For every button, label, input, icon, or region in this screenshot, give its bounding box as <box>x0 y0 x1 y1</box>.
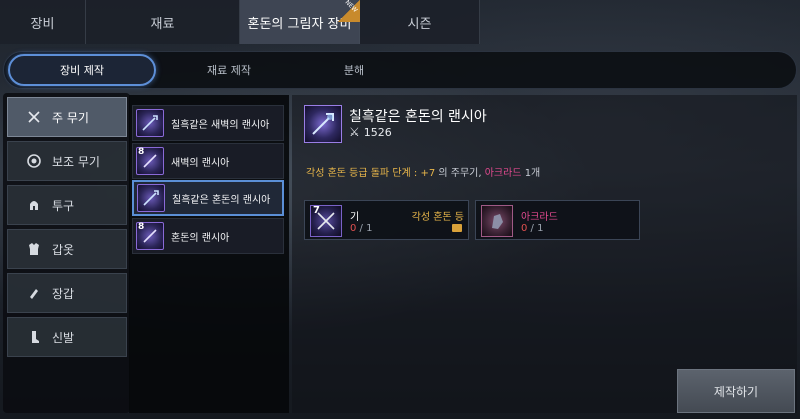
category-sub-weapon[interactable]: 보조 무기 <box>7 141 127 181</box>
requirement-material: 아크라드 <box>484 168 522 179</box>
lance-icon <box>136 109 164 137</box>
category-label: 신발 <box>52 330 75 345</box>
lance-icon: 8 <box>136 222 164 250</box>
subtab-label: 분해 <box>343 64 365 77</box>
subtab-disassemble[interactable]: 분해 <box>324 54 384 86</box>
tab-chaos-shadow-equipment[interactable]: 혼돈의 그림자 장비 NEW <box>240 0 360 44</box>
tab-label: 시즌 <box>407 16 432 32</box>
tab-label: 재료 <box>150 16 175 32</box>
list-item[interactable]: 칠흑같은 혼돈의 랜시아 <box>132 180 284 216</box>
top-tab-bar: 장비 재료 혼돈의 그림자 장비 NEW 시즌 <box>0 0 480 44</box>
detail-panel <box>292 95 797 413</box>
shield-ring-icon <box>26 153 42 169</box>
category-label: 보조 무기 <box>52 154 100 169</box>
subtab-equipment-craft[interactable]: 장비 제작 <box>8 54 156 86</box>
boots-icon <box>26 329 42 345</box>
category-panel: 주 무기 보조 무기 투구 갑옷 장갑 신발 <box>3 93 130 413</box>
category-main-weapon[interactable]: 주 무기 <box>7 97 127 137</box>
tab-season[interactable]: 시즌 <box>360 0 480 44</box>
power-value: 1526 <box>363 125 392 139</box>
sub-tab-bar: 장비 제작 재료 제작 분해 <box>3 51 797 89</box>
list-item[interactable]: 8 혼돈의 랜시아 <box>132 218 284 254</box>
lance-icon <box>137 184 165 212</box>
tab-materials[interactable]: 재료 <box>86 0 240 44</box>
category-boots[interactable]: 신발 <box>7 317 127 357</box>
requirement-suffix: 1개 <box>521 168 541 179</box>
new-badge: NEW <box>338 0 360 22</box>
tab-label: 장비 <box>30 16 55 32</box>
material-name: 아크라드 <box>521 212 558 223</box>
item-level: 8 <box>138 222 145 232</box>
tab-label: 혼돈의 그림자 장비 <box>247 16 352 32</box>
subtab-label: 재료 제작 <box>207 64 251 77</box>
list-item[interactable]: 칠흑같은 새벽의 랜시아 <box>132 105 284 141</box>
category-armor[interactable]: 갑옷 <box>7 229 127 269</box>
item-list-panel: 칠흑같은 새벽의 랜시아 8 새벽의 랜시아 칠흑같은 혼돈의 랜시아 8 혼돈… <box>129 95 289 413</box>
material-level: 7 <box>313 205 320 216</box>
crossed-swords-icon: ⚔ <box>349 125 360 139</box>
category-label: 주 무기 <box>52 110 89 125</box>
material-count: 0 / 1 <box>521 223 544 234</box>
akrad-icon <box>481 205 513 237</box>
helmet-icon <box>26 197 42 213</box>
item-label: 칠흑같은 혼돈의 랜시아 <box>172 194 271 206</box>
item-label: 새벽의 랜시아 <box>171 157 230 169</box>
list-item[interactable]: 8 새벽의 랜시아 <box>132 143 284 179</box>
category-helmet[interactable]: 투구 <box>7 185 127 225</box>
category-label: 투구 <box>52 198 75 213</box>
lance-icon: 8 <box>136 147 164 175</box>
armor-icon <box>26 241 42 257</box>
requirement-mid: 의 주무기, <box>435 168 485 179</box>
gloves-icon <box>26 285 42 301</box>
material-slot-akrad[interactable]: 아크라드 0 / 1 <box>475 200 640 240</box>
material-count: 0 / 1 <box>350 223 373 234</box>
tab-equipment[interactable]: 장비 <box>0 0 86 44</box>
combat-power: ⚔ 1526 <box>349 125 392 139</box>
item-label: 혼돈의 랜시아 <box>171 232 230 244</box>
requirement-grade: 각성 혼돈 등급 돌파 단계 : +7 <box>306 168 436 179</box>
weapon-material-icon: 7 <box>310 205 342 237</box>
material-grade: 각성 혼돈 등 <box>411 212 464 223</box>
category-label: 갑옷 <box>52 242 75 257</box>
item-label: 칠흑같은 새벽의 랜시아 <box>171 119 270 131</box>
crossed-swords-icon <box>26 109 42 125</box>
category-gloves[interactable]: 장갑 <box>7 273 127 313</box>
subtab-label: 장비 제작 <box>60 64 104 77</box>
subtab-material-craft[interactable]: 재료 제작 <box>184 54 274 86</box>
material-name: 기 <box>350 212 360 223</box>
material-slot-weapon[interactable]: 7 기 각성 혼돈 등 0 / 1 <box>304 200 469 240</box>
item-title: 칠흑같은 혼돈의 랜시아 <box>349 109 487 125</box>
category-label: 장갑 <box>52 286 75 301</box>
chest-icon <box>452 224 462 232</box>
craft-button[interactable]: 제작하기 <box>677 369 795 413</box>
item-detail-icon <box>304 105 342 143</box>
item-level: 8 <box>138 147 145 157</box>
requirement-text: 각성 혼돈 등급 돌파 단계 : +7 의 주무기, 아크라드 1개 <box>306 164 540 179</box>
